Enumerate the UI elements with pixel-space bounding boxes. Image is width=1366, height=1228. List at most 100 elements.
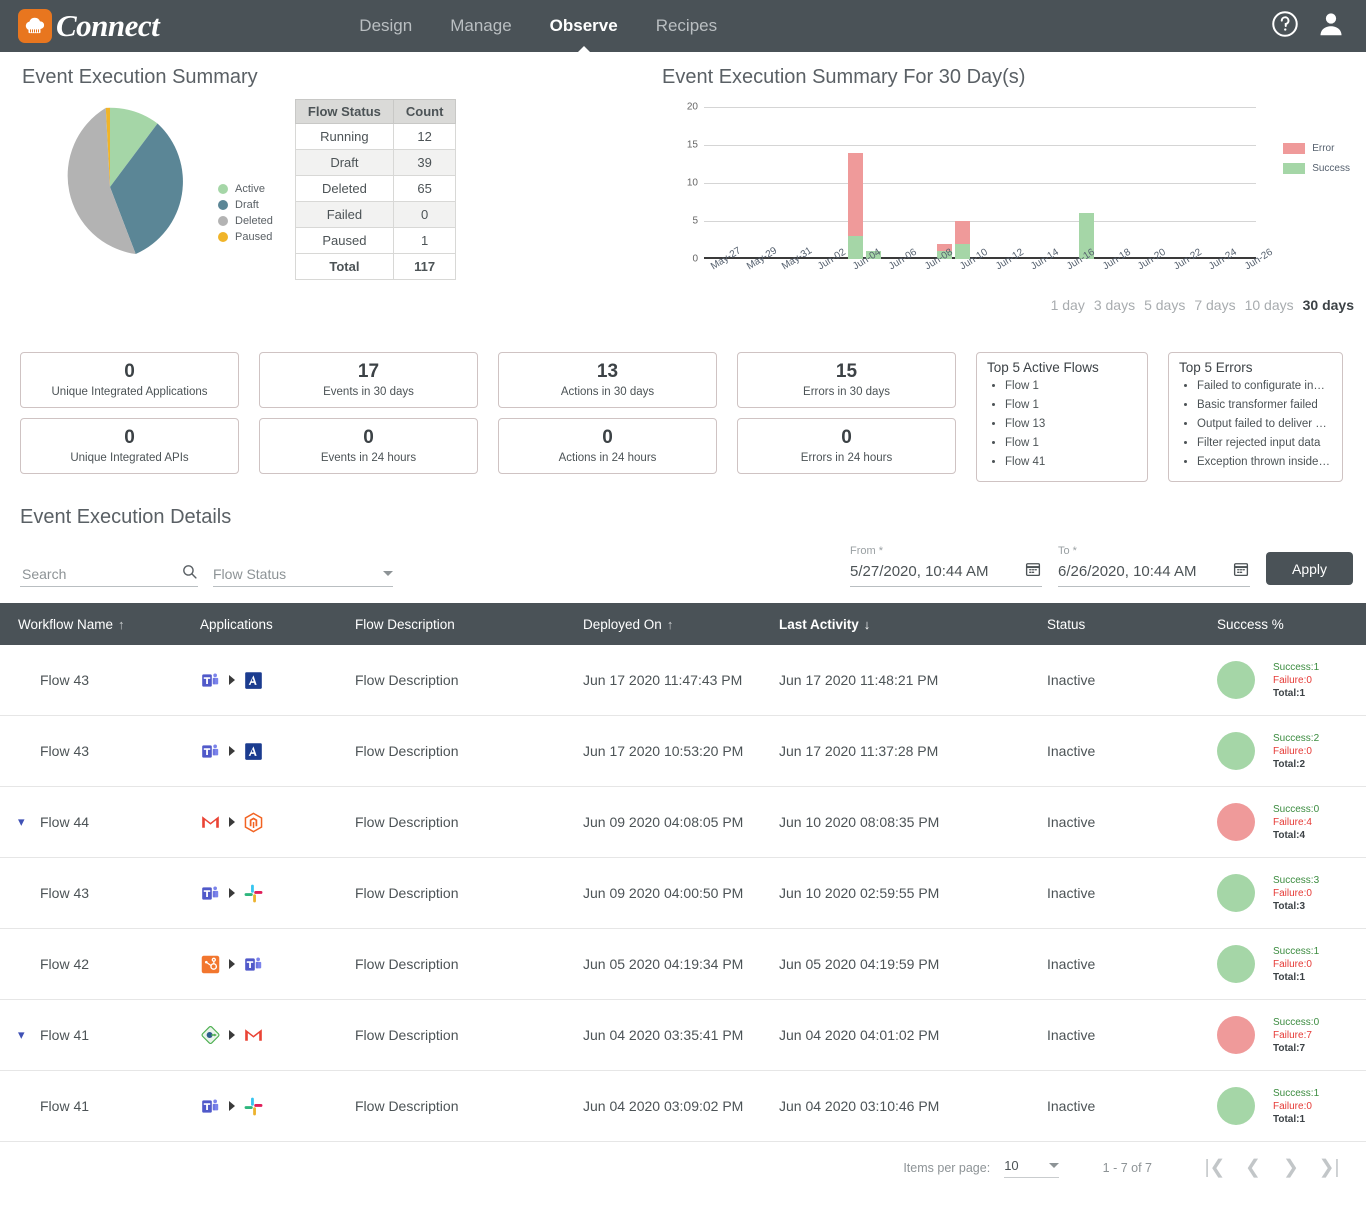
previous-page-icon[interactable]: ❮ <box>1234 1156 1272 1179</box>
search-field[interactable] <box>20 561 198 587</box>
list-item[interactable]: Failed to configurate in… <box>1197 377 1332 396</box>
next-page-icon[interactable]: ❯ <box>1272 1156 1310 1179</box>
cell-status: Inactive <box>1047 885 1096 901</box>
table-total-row: Total 117 <box>294 253 457 280</box>
flow-direction-arrow-icon <box>229 746 235 756</box>
from-date-field[interactable]: From * 5/27/2020, 10:44 AM <box>850 545 1042 587</box>
calendar-icon[interactable] <box>1024 560 1042 583</box>
cell-applications <box>200 1025 355 1046</box>
from-value[interactable]: 5/27/2020, 10:44 AM <box>850 563 988 580</box>
chevron-down-icon[interactable] <box>1048 1162 1059 1168</box>
details-title: Event Execution Details <box>20 506 232 528</box>
column-header-success-percent[interactable]: Success % <box>1217 617 1366 632</box>
list-item[interactable]: Flow 13 <box>1005 415 1137 434</box>
x-axis-tick: Jun-02 <box>815 246 848 273</box>
bar-Jun-10[interactable] <box>954 221 970 259</box>
table-row[interactable]: Flow 43 Flow Description Jun 17 2020 10:53… <box>0 716 1366 787</box>
to-date-field[interactable]: To * 6/26/2020, 10:44 AM <box>1058 545 1250 587</box>
x-axis-tick: Jun-12 <box>993 246 1026 273</box>
column-header-deployed-on[interactable]: Deployed On ↑ <box>583 617 779 632</box>
expand-row-chevron-icon[interactable]: ▾ <box>18 1027 40 1043</box>
table-row[interactable]: Flow 43 Flow Description Jun 09 2020 04:00… <box>0 858 1366 929</box>
microsoft-teams-icon <box>243 954 264 975</box>
list-item[interactable]: Output failed to deliver … <box>1197 415 1332 434</box>
table-row[interactable]: ▾ Flow 41 Flow Description Jun 04 2020 03:3… <box>0 1000 1366 1071</box>
to-value[interactable]: 6/26/2020, 10:44 AM <box>1058 563 1196 580</box>
range-1-day[interactable]: 1 day <box>1051 297 1085 313</box>
list-item[interactable]: Flow 1 <box>1005 377 1137 396</box>
flow-status-select[interactable]: Flow Status <box>213 561 393 587</box>
cell-success-percent: Success:3 Failure:0 Total:3 <box>1217 874 1366 913</box>
bar-Jun-04[interactable] <box>847 152 863 259</box>
legend-label-success: Success <box>1312 163 1350 174</box>
help-circle-icon[interactable] <box>1270 9 1300 44</box>
range-5-days[interactable]: 5 days <box>1144 297 1185 313</box>
top-errors-list: Failed to configurate in… Basic transfor… <box>1179 377 1332 472</box>
cell-status: Paused <box>294 227 394 254</box>
success-count: Success:0 <box>1273 803 1320 815</box>
nav-item-manage[interactable]: Manage <box>450 0 511 52</box>
list-item[interactable]: Flow 1 <box>1005 434 1137 453</box>
nav-item-observe[interactable]: Observe <box>550 0 618 52</box>
items-per-page-select[interactable]: 10 <box>1004 1157 1059 1178</box>
x-axis-tick: Jun-22 <box>1171 246 1204 273</box>
range-10-days[interactable]: 10 days <box>1245 297 1294 313</box>
cell-count: 12 <box>392 123 457 150</box>
cell-success-percent: Success:1 Failure:0 Total:1 <box>1217 945 1366 984</box>
legend-dot-deleted <box>218 216 228 226</box>
range-7-days[interactable]: 7 days <box>1194 297 1235 313</box>
failure-count: Failure:0 <box>1273 674 1312 686</box>
items-per-page-value: 10 <box>1004 1157 1019 1173</box>
card-column-applications: 0 Unique Integrated Applications 0 Uniqu… <box>20 352 239 474</box>
legend-swatch-error <box>1283 143 1306 154</box>
event-execution-summary-panel: Event Execution Summary Active Draft Del… <box>0 52 640 352</box>
apply-button[interactable]: Apply <box>1266 552 1354 585</box>
first-page-icon[interactable]: |❮ <box>1196 1156 1234 1179</box>
success-count: Success:1 <box>1273 945 1320 957</box>
stat-card-errors-in-24-hours: 0 Errors in 24 hours <box>737 418 956 474</box>
nav-item-recipes[interactable]: Recipes <box>656 0 717 52</box>
total-count: Total:4 <box>1273 829 1306 841</box>
column-header-status[interactable]: Status <box>1047 617 1217 632</box>
microsoft-teams-icon <box>200 741 221 762</box>
search-icon[interactable] <box>181 563 198 585</box>
cell-status: Failed <box>294 201 394 228</box>
sort-asc-icon: ↑ <box>666 616 674 632</box>
column-header-flow-description[interactable]: Flow Description <box>355 617 583 632</box>
flow-direction-arrow-icon <box>229 959 235 969</box>
failure-count: Failure:0 <box>1273 745 1312 757</box>
list-item[interactable]: Flow 1 <box>1005 396 1137 415</box>
column-header-last-activity[interactable]: Last Activity ↓ <box>779 617 1047 632</box>
top-flows-title: Top 5 Active Flows <box>987 360 1099 375</box>
calendar-icon[interactable] <box>1232 560 1250 583</box>
stat-card-unique-integrated-applications: 0 Unique Integrated Applications <box>20 352 239 408</box>
stat-card-events-in-24-hours: 0 Events in 24 hours <box>259 418 478 474</box>
chevron-down-icon[interactable] <box>383 571 393 576</box>
cell-deployed-on: Jun 17 2020 11:47:43 PM <box>583 672 743 688</box>
workflow-name-label: Flow 42 <box>40 956 90 972</box>
range-30-days[interactable]: 30 days <box>1303 297 1354 313</box>
table-row[interactable]: Flow 42 Flow Description Jun 05 2020 04:19… <box>0 929 1366 1000</box>
last-page-icon[interactable]: ❯| <box>1310 1156 1348 1179</box>
column-header-workflow-name[interactable]: Workflow Name ↑ <box>0 617 200 632</box>
table-row[interactable]: ▾ Flow 44 Flow Description Jun 09 2020 04:0… <box>0 787 1366 858</box>
list-item[interactable]: Basic transformer failed <box>1197 396 1332 415</box>
table-row[interactable]: Flow 41 Flow Description Jun 04 2020 03:09… <box>0 1071 1366 1142</box>
chart-legend-item-success: Success <box>1283 163 1350 174</box>
column-header-applications[interactable]: Applications <box>200 617 355 632</box>
expand-row-chevron-icon[interactable]: ▾ <box>18 814 40 830</box>
list-item[interactable]: Exception thrown inside… <box>1197 453 1332 472</box>
list-item[interactable]: Flow 41 <box>1005 453 1137 472</box>
user-account-icon[interactable] <box>1316 9 1346 44</box>
stat-card-actions-in-30-days: 13 Actions in 30 days <box>498 352 717 408</box>
webhook-icon <box>200 1025 221 1046</box>
stat-card-unique-integrated-apis: 0 Unique Integrated APIs <box>20 418 239 474</box>
search-input[interactable] <box>20 564 160 583</box>
cell-last-activity: Jun 04 2020 04:01:02 PM <box>779 1027 940 1043</box>
nav-item-design[interactable]: Design <box>359 0 412 52</box>
table-row[interactable]: Flow 43 Flow Description Jun 17 2020 11:47… <box>0 645 1366 716</box>
cell-applications <box>200 1096 355 1117</box>
list-item[interactable]: Filter rejected input data <box>1197 434 1332 453</box>
range-3-days[interactable]: 3 days <box>1094 297 1135 313</box>
cell-status: Running <box>294 123 394 150</box>
